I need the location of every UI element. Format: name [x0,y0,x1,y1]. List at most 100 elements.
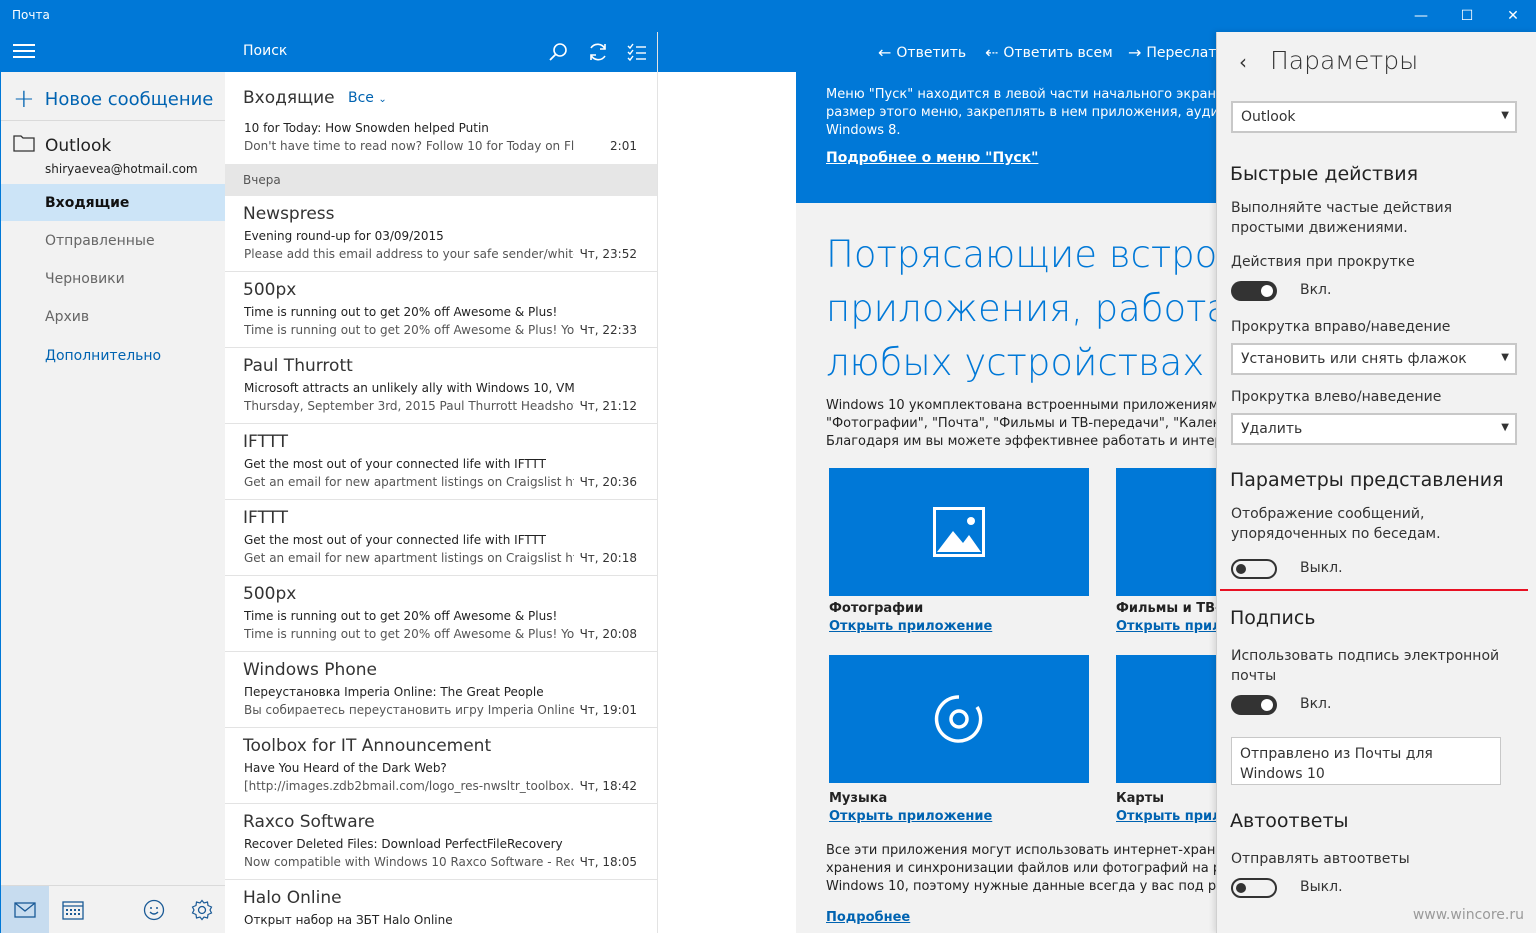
message-subject: Get the most out of your connected life … [244,533,546,547]
message-sender: IFTTT [243,432,289,452]
message-subject: 10 for Today: How Snowden helped Putin [244,121,489,135]
outro-line: Все эти приложения могут использовать ин… [826,843,1216,858]
reply-arrow-icon: ← [878,43,892,62]
banner-line: размер этого меню, закреплять в нем прил… [826,105,1216,120]
feedback-button[interactable] [130,886,178,933]
reply-all-arrow-icon: ⇠ [985,43,999,62]
photo-icon [933,507,985,557]
signature-toggle[interactable] [1231,695,1277,715]
window-title: Почта [12,8,50,22]
message-sender: Halo Online [243,888,342,908]
quick-actions-heading: Быстрые действия [1230,163,1419,185]
back-arrow-icon[interactable]: ‹ [1239,50,1247,74]
message-subject: Get the most out of your connected life … [244,457,546,471]
music-tile[interactable] [829,655,1089,783]
swipe-right-select[interactable]: Установить или снять флажок ▼ [1231,343,1517,375]
message-sender: Raxco Software [243,812,375,832]
more-info-link[interactable]: Подробнее [826,910,910,925]
message-item[interactable]: Paul Thurrott Microsoft attracts an unli… [225,348,657,424]
search-icon[interactable] [546,40,570,64]
outro-line: хранения и синхронизации файлов или фото… [826,861,1216,876]
message-item[interactable]: IFTTT Get the most out of your connected… [225,424,657,500]
account-select[interactable]: Outlook ▼ [1231,101,1517,133]
filter-label: Все [348,90,374,106]
reply-all-button[interactable]: ⇠ Ответить всем [985,43,1113,62]
reading-toolbar: ←Ответить ⇠Ответить всем →Переслать [658,32,1216,72]
message-time: Чт, 23:52 [579,247,637,261]
message-subject: Evening round-up for 03/09/2015 [244,229,444,243]
photos-tile[interactable] [829,468,1089,596]
swipe-actions-toggle[interactable] [1231,281,1277,301]
quick-actions-description: Выполняйте частые действия простыми движ… [1231,200,1453,236]
message-item[interactable]: Raxco Software Recover Deleted Files: Do… [225,804,657,880]
message-item[interactable]: Halo Online Открыт набор на ЗБТ Halo Onl… [225,880,657,933]
hamburger-menu-icon[interactable] [13,44,35,60]
outro-line: Windows 10, поэтому нужные данные всегда… [826,879,1216,894]
message-item[interactable]: Windows Phone Переустановка Imperia Onli… [225,652,657,728]
chevron-down-icon: ▼ [1501,422,1509,433]
maps-tile-title: Карты [1116,791,1164,806]
filter-dropdown[interactable]: Все ⌄ [348,90,387,106]
folder-sent[interactable]: Отправленные [1,222,226,259]
maximize-button[interactable]: ☐ [1444,0,1490,32]
message-item[interactable]: IFTTT Get the most out of your connected… [225,500,657,576]
selection-mode-icon[interactable] [625,40,649,64]
signature-state: Вкл. [1300,696,1332,712]
message-time: Чт, 20:18 [579,551,637,565]
settings-button[interactable] [178,886,226,933]
close-button[interactable]: ✕ [1490,0,1536,32]
message-sender: Newspress [243,204,335,224]
start-menu-link[interactable]: Подробнее о меню "Пуск" [826,150,1038,166]
headline-line: Потрясающие встроен [826,233,1216,276]
message-item[interactable]: Toolbox for IT Announcement Have You Hea… [225,728,657,804]
maps-open-link[interactable]: Открыть прилс [1116,809,1216,824]
message-list-pane: Поиск Входящие Все ⌄ 10 for Today: How S… [225,32,658,933]
folder-archive[interactable]: Архив [1,298,226,335]
photos-open-link[interactable]: Открыть приложение [829,619,992,634]
intro-line: Благодаря им вы можете эффективнее работ… [826,434,1216,449]
message-time: Чт, 22:33 [579,323,637,337]
navigation-pane: + Новое сообщение Outlook shiryaevea@hot… [0,32,226,933]
banner-line: Меню "Пуск" находится в левой части нача… [826,87,1216,102]
mail-switch-button[interactable] [1,886,49,933]
reading-pane: ←Ответить ⇠Ответить всем →Переслать Меню… [658,32,1216,933]
minimize-button[interactable]: — [1398,0,1444,32]
conversation-view-toggle[interactable] [1231,559,1277,579]
reply-button[interactable]: ← Ответить [878,43,966,62]
message-preview: Please add this email address to your sa… [244,247,574,261]
smiley-icon [143,899,165,921]
headline-line: приложения, работаю [826,287,1216,330]
music-open-link[interactable]: Открыть приложение [829,809,992,824]
swipe-left-select[interactable]: Удалить ▼ [1231,413,1517,445]
banner-text: Меню "Пуск" находится в левой части нача… [826,86,1216,140]
folder-more-link[interactable]: Дополнительно [1,337,226,374]
chevron-down-icon: ▼ [1501,352,1509,363]
message-item[interactable]: 500px Time is running out to get 20% off… [225,576,657,652]
folder-drafts[interactable]: Черновики [1,260,226,297]
folder-inbox[interactable]: Входящие [1,184,226,221]
photos-tile-title: Фотографии [829,601,924,616]
maps-tile[interactable] [1116,655,1216,783]
forward-button[interactable]: →Переслать [1128,43,1216,62]
intro-line: "Фотографии", "Почта", "Фильмы и ТВ-пере… [826,416,1216,431]
message-item[interactable]: 500px Time is running out to get 20% off… [225,272,657,348]
sync-icon[interactable] [586,40,610,64]
signature-heading: Подпись [1230,607,1316,629]
message-item[interactable]: Newspress Evening round-up for 03/09/201… [225,196,657,272]
email-headline: Потрясающие встроен приложения, работаю … [826,228,1216,390]
message-preview: Time is running out to get 20% off Aweso… [244,323,574,337]
message-time: Чт, 20:08 [579,627,637,641]
message-preview: Don't have time to read now? Follow 10 f… [244,139,574,153]
message-sender: Windows Phone [243,660,377,680]
calendar-switch-button[interactable] [49,886,97,933]
account-email: shiryaevea@hotmail.com [45,162,198,176]
auto-replies-toggle[interactable] [1231,878,1277,898]
search-box[interactable]: Поиск [243,43,287,59]
signature-text-field[interactable]: Отправлено из Почты для Windows 10 [1231,737,1501,785]
watermark: www.wincore.ru [1412,907,1524,923]
account-select-value: Outlook [1241,109,1296,125]
movies-tile[interactable] [1116,468,1216,596]
new-message-button[interactable]: + Новое сообщение [13,84,213,114]
movies-open-link[interactable]: Открыть прилс [1116,619,1216,634]
swipe-right-label: Прокрутка вправо/наведение [1231,319,1451,335]
